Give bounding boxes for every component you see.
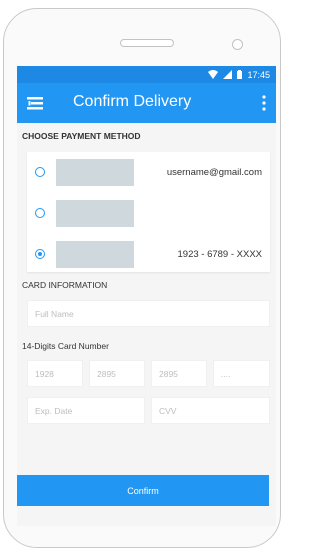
payment-option-email[interactable]: username@gmail.com: [27, 159, 270, 186]
app-title: Confirm Delivery: [73, 93, 192, 110]
status-time: 17:45: [247, 69, 270, 80]
card-number-field-3[interactable]: [151, 360, 207, 387]
payment-radio-second[interactable]: [35, 208, 45, 218]
phone-speaker: [120, 39, 174, 47]
status-icons: 17:45: [208, 68, 270, 81]
battery-icon: [237, 70, 243, 79]
card-number-field-1[interactable]: [27, 360, 83, 387]
card-info-section-label: CARD INFORMATION: [22, 280, 108, 290]
card-number-field-2[interactable]: [89, 360, 145, 387]
cvv-input[interactable]: [152, 398, 269, 423]
payment-thumbnail: [56, 200, 134, 227]
payment-option-label: username@gmail.com: [166, 167, 262, 178]
payment-methods-card: username@gmail.com 1923 - 6789 - XXXX: [27, 152, 270, 272]
payment-thumbnail: [56, 159, 134, 186]
phone-frame: 17:45 Confirm Delivery CHOOSE PAYMENT ME…: [3, 8, 281, 548]
card-number-input-1[interactable]: [28, 361, 82, 386]
more-vertical-icon[interactable]: [262, 95, 266, 111]
payment-thumbnail: [56, 241, 134, 268]
exp-date-input[interactable]: [28, 398, 144, 423]
card-number-input-4[interactable]: [214, 361, 269, 386]
payment-option-card[interactable]: 1923 - 6789 - XXXX: [27, 241, 270, 268]
payment-radio-email[interactable]: [35, 167, 45, 177]
payment-radio-card[interactable]: [35, 249, 45, 259]
full-name-input[interactable]: [28, 301, 269, 326]
payment-section-label: CHOOSE PAYMENT METHOD: [22, 131, 141, 141]
full-name-field[interactable]: [27, 300, 270, 327]
confirm-button[interactable]: Confirm: [17, 475, 269, 506]
wifi-icon: [208, 70, 219, 79]
phone-camera: [232, 39, 243, 50]
payment-option-label: 1923 - 6789 - XXXX: [177, 249, 263, 260]
menu-icon[interactable]: [27, 96, 43, 110]
app-bar: Confirm Delivery: [17, 83, 276, 123]
cvv-field[interactable]: [151, 397, 270, 424]
status-bar: 17:45: [17, 66, 276, 83]
card-number-label: 14-Digits Card Number: [22, 341, 109, 351]
payment-option-second[interactable]: [27, 200, 270, 227]
card-number-input-2[interactable]: [90, 361, 144, 386]
card-number-field-4[interactable]: [213, 360, 270, 387]
card-number-input-3[interactable]: [152, 361, 206, 386]
signal-icon: [223, 70, 233, 79]
app-screen: 17:45 Confirm Delivery CHOOSE PAYMENT ME…: [17, 66, 276, 526]
exp-date-field[interactable]: [27, 397, 145, 424]
